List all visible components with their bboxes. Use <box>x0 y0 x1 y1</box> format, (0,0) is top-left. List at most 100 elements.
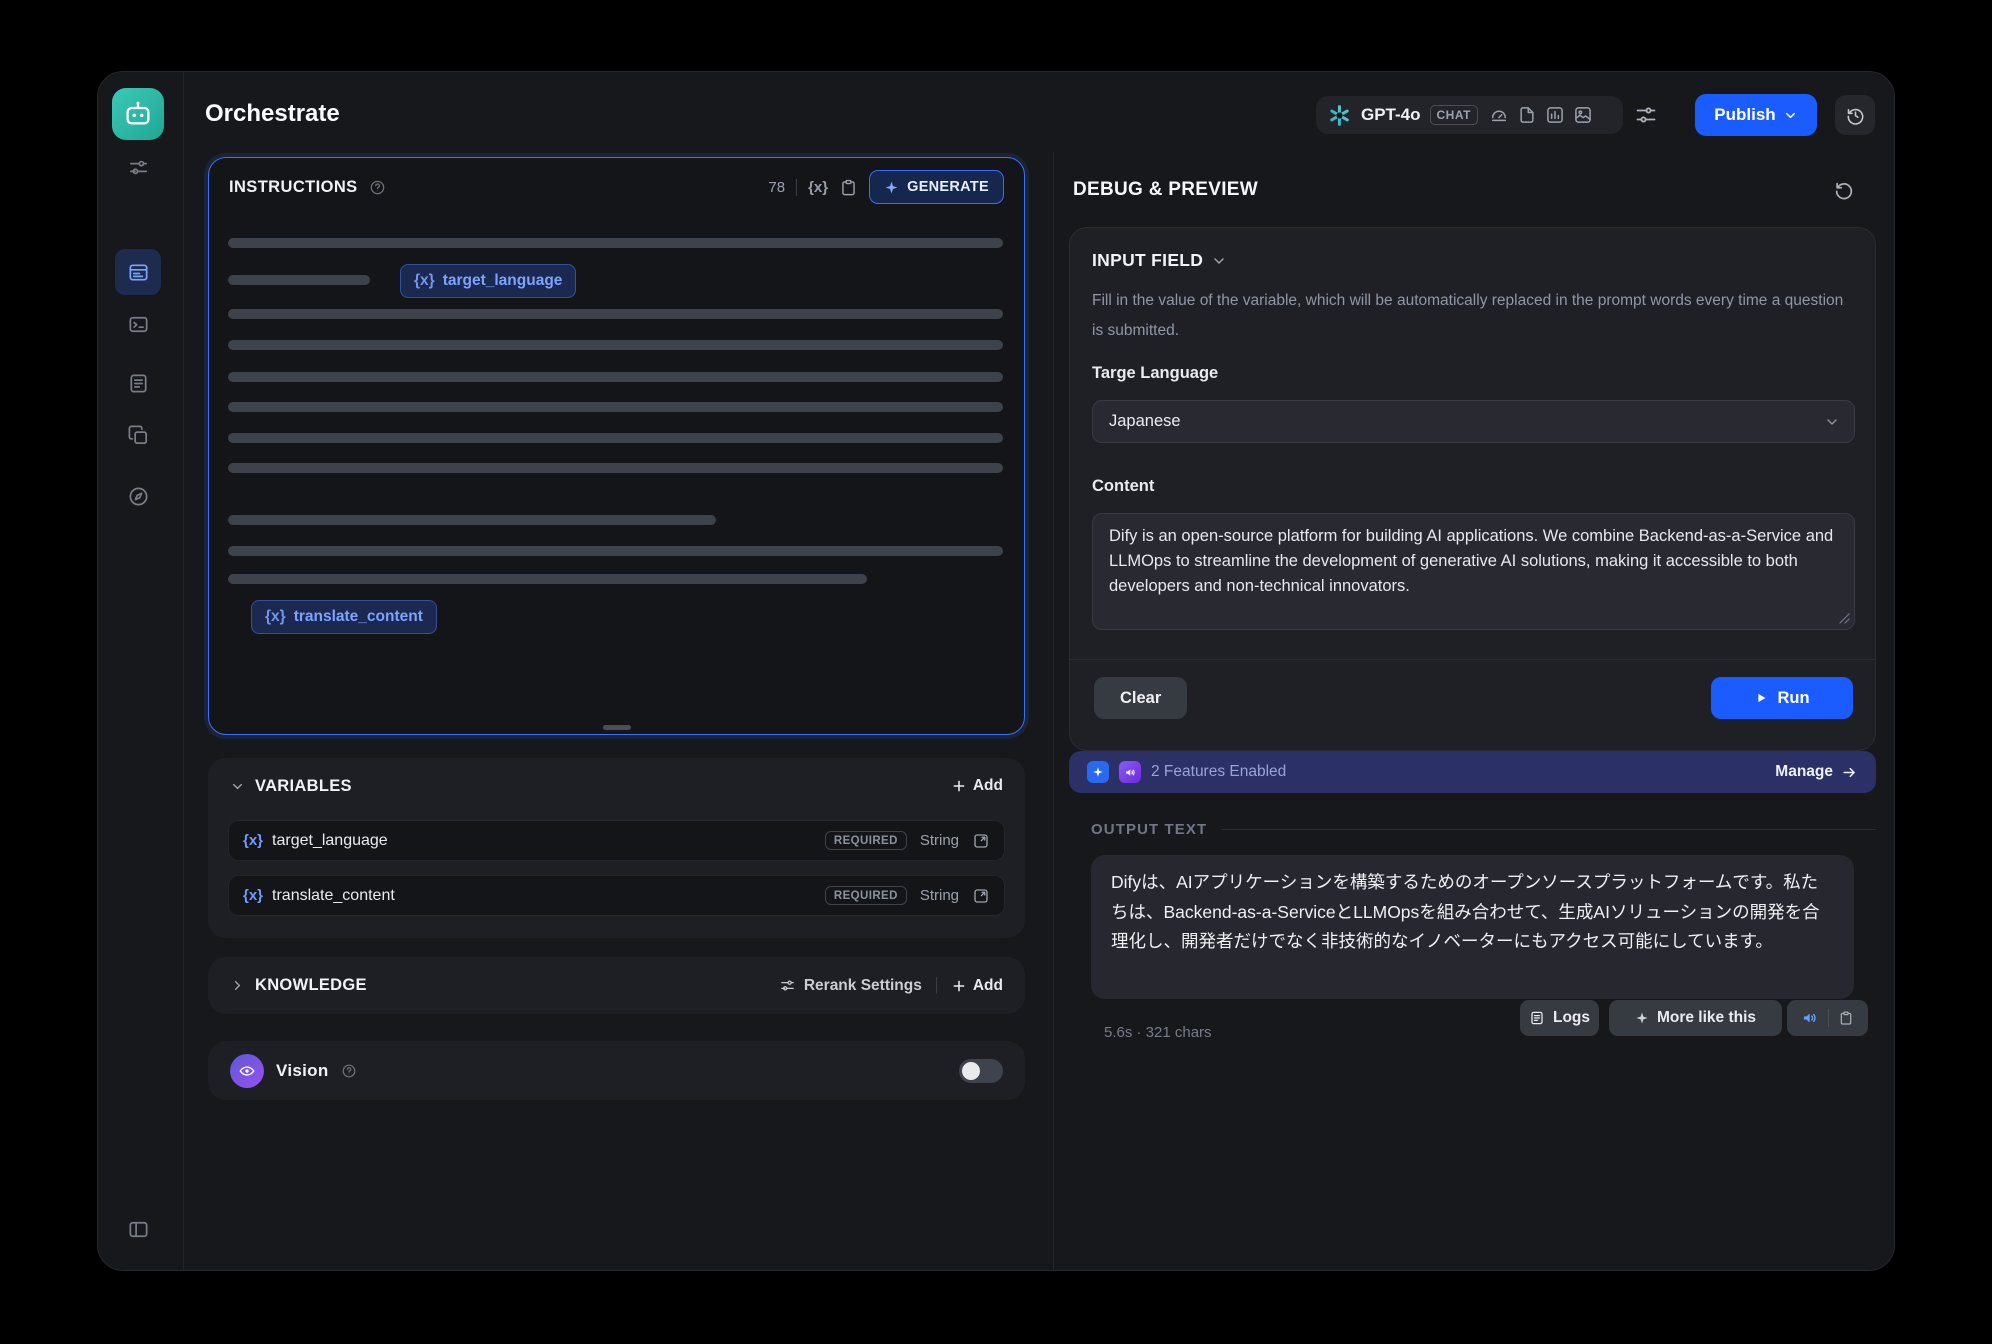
variable-name: translate_content <box>272 887 395 905</box>
vision-label: Vision <box>276 1061 329 1081</box>
page-title: Orchestrate <box>205 100 340 128</box>
knowledge-title: KNOWLEDGE <box>255 976 367 995</box>
image-icon <box>1573 105 1593 125</box>
logs-icon <box>1529 1010 1545 1026</box>
model-mode-badge: CHAT <box>1430 105 1478 125</box>
variable-chip-target-language[interactable]: {x} target_language <box>400 264 576 298</box>
vision-toggle[interactable] <box>959 1059 1003 1083</box>
panel-divider <box>1053 152 1054 1270</box>
add-variable-button[interactable]: Add <box>951 777 1003 795</box>
rerank-settings-button[interactable]: Rerank Settings <box>779 977 922 995</box>
more-like-this-button[interactable]: More like this <box>1609 1000 1782 1036</box>
input-field-title: INPUT FIELD <box>1092 250 1203 271</box>
toolbar-separator <box>796 179 797 196</box>
toggle-knob <box>962 1062 980 1080</box>
input-field-card: INPUT FIELD Fill in the value of the var… <box>1069 227 1876 751</box>
model-selector[interactable]: GPT-4o CHAT <box>1316 96 1623 134</box>
arrow-right-icon <box>1841 764 1858 781</box>
skeleton-line <box>228 463 1003 473</box>
openai-logo-icon <box>1327 103 1352 128</box>
manage-features-button[interactable]: Manage <box>1775 763 1858 781</box>
plus-icon <box>951 978 967 994</box>
explore-compass-icon[interactable] <box>115 473 161 519</box>
equalizer-icon <box>1545 105 1565 125</box>
resize-drag-handle[interactable] <box>603 725 631 730</box>
copy-output-icon[interactable] <box>1838 1010 1854 1026</box>
publish-button[interactable]: Publish <box>1695 94 1817 136</box>
input-field-description: Fill in the value of the variable, which… <box>1092 286 1846 346</box>
variable-row[interactable]: {x} target_language REQUIRED String <box>228 820 1005 861</box>
language-select[interactable]: Japanese <box>1092 400 1855 443</box>
skeleton-line <box>228 433 1003 443</box>
variables-panel: VARIABLES Add {x} target_language REQUIR… <box>208 758 1025 938</box>
app-logo[interactable] <box>112 88 164 140</box>
clipboard-icon[interactable] <box>839 178 858 197</box>
eye-icon <box>230 1054 264 1088</box>
content-input[interactable]: Dify is an open-source platform for buil… <box>1092 513 1855 630</box>
prompt-editor[interactable]: {x} target_language {x} translate_conten… <box>209 216 1024 734</box>
insert-variable-icon[interactable]: {x} <box>808 179 828 196</box>
restart-icon[interactable] <box>1830 176 1858 204</box>
sidebar <box>98 72 184 1270</box>
toolbar-separator <box>936 977 937 994</box>
field-edit-icon[interactable] <box>972 832 990 850</box>
add-label: Add <box>973 777 1003 795</box>
variable-symbol: {x} <box>265 608 286 626</box>
variable-name: target_language <box>272 832 388 850</box>
field-edit-icon[interactable] <box>972 887 990 905</box>
output-meta: 5.6s · 321 chars <box>1104 1024 1212 1041</box>
play-icon <box>1754 691 1768 705</box>
chevron-right-icon[interactable] <box>230 978 245 993</box>
variable-symbol: {x} <box>414 272 435 290</box>
variable-chip-label: translate_content <box>294 608 423 626</box>
resize-handle-icon[interactable] <box>1839 613 1850 624</box>
skeleton-line <box>228 515 716 525</box>
vision-panel: Vision <box>208 1041 1025 1100</box>
variable-chip-translate-content[interactable]: {x} translate_content <box>251 600 437 634</box>
features-bar[interactable]: 2 Features Enabled Manage <box>1069 751 1876 793</box>
notes-icon[interactable] <box>115 360 161 406</box>
collapse-sidebar-icon[interactable] <box>115 1206 161 1252</box>
help-icon[interactable] <box>369 179 386 196</box>
history-button[interactable] <box>1835 95 1875 135</box>
run-button[interactable]: Run <box>1711 677 1853 719</box>
variable-symbol: {x} <box>243 832 263 849</box>
output-text: Difyは、AIアプリケーションを構築するためのオープンソースプラットフォームで… <box>1091 855 1854 999</box>
features-enabled-label: 2 Features Enabled <box>1151 763 1286 781</box>
language-label: Targe Language <box>1092 364 1218 383</box>
terminal-icon[interactable] <box>115 301 161 347</box>
chevron-down-icon[interactable] <box>230 779 245 794</box>
app-window: Orchestrate GPT-4o CHAT <box>97 71 1895 1271</box>
settings-sliders-icon[interactable] <box>115 144 161 190</box>
variable-row[interactable]: {x} translate_content REQUIRED String <box>228 875 1005 916</box>
add-knowledge-button[interactable]: Add <box>951 977 1003 995</box>
prompt-editor-icon[interactable] <box>115 249 161 295</box>
output-section: OUTPUT TEXT <box>1091 821 1876 838</box>
gauge-icon <box>1489 105 1509 125</box>
skeleton-line <box>228 372 1003 382</box>
skeleton-line <box>228 574 867 584</box>
generate-button[interactable]: GENERATE <box>869 170 1004 204</box>
button-separator <box>1828 1009 1829 1027</box>
debug-title: DEBUG & PREVIEW <box>1073 179 1258 201</box>
tts-feature-icon <box>1119 761 1141 783</box>
file-icon <box>1517 105 1537 125</box>
variable-chip-label: target_language <box>443 272 563 290</box>
clear-button[interactable]: Clear <box>1094 677 1187 719</box>
chevron-down-icon[interactable] <box>1211 253 1227 269</box>
instructions-title: INSTRUCTIONS <box>229 178 358 197</box>
help-icon[interactable] <box>341 1063 357 1079</box>
speaker-icon[interactable] <box>1801 1009 1819 1027</box>
audio-actions <box>1787 1000 1868 1036</box>
copy-icon[interactable] <box>115 412 161 458</box>
language-value: Japanese <box>1109 412 1181 431</box>
skeleton-line <box>228 309 1003 319</box>
generate-label: GENERATE <box>907 179 989 195</box>
variables-title: VARIABLES <box>255 777 352 796</box>
variable-symbol: {x} <box>243 887 263 904</box>
model-params-icon[interactable] <box>1632 101 1660 129</box>
robot-icon <box>122 98 154 130</box>
skeleton-line <box>228 275 370 285</box>
logs-button[interactable]: Logs <box>1520 1000 1599 1036</box>
chevron-down-icon <box>1824 414 1840 430</box>
